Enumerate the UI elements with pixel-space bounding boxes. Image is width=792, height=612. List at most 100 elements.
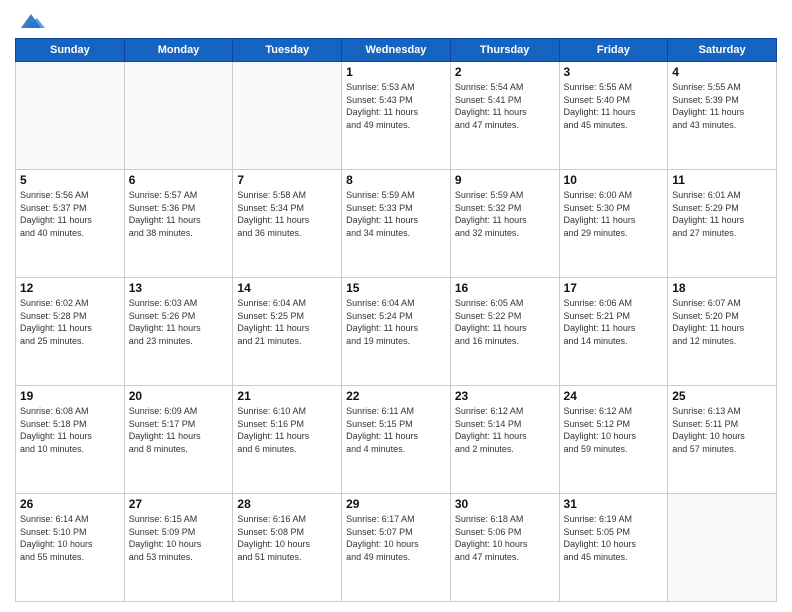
day-number: 27 (129, 497, 229, 511)
day-info: Sunrise: 6:16 AM Sunset: 5:08 PM Dayligh… (237, 513, 337, 563)
day-info: Sunrise: 6:19 AM Sunset: 5:05 PM Dayligh… (564, 513, 664, 563)
calendar-body: 1 Sunrise: 5:53 AM Sunset: 5:43 PM Daylig… (16, 62, 777, 602)
day-info: Sunrise: 5:53 AM Sunset: 5:43 PM Dayligh… (346, 81, 446, 131)
day-number: 22 (346, 389, 446, 403)
calendar-row: 12Sunrise: 6:02 AM Sunset: 5:28 PM Dayli… (16, 278, 777, 386)
page: SundayMondayTuesdayWednesdayThursdayFrid… (0, 0, 792, 612)
day-info: Sunrise: 5:59 AM Sunset: 5:33 PM Dayligh… (346, 189, 446, 239)
calendar-cell: 28 Sunrise: 6:16 AM Sunset: 5:08 PM Dayli… (233, 494, 342, 602)
day-number: 29 (346, 497, 446, 511)
day-number: 1 (346, 65, 446, 79)
calendar-cell: 25Sunrise: 6:13 AM Sunset: 5:11 PM Dayli… (668, 386, 777, 494)
weekday-header: Friday (559, 39, 668, 62)
calendar-cell: 16Sunrise: 6:05 AM Sunset: 5:22 PM Dayli… (450, 278, 559, 386)
calendar-cell: 21 Sunrise: 6:10 AM Sunset: 5:16 PM Dayli… (233, 386, 342, 494)
day-number: 5 (20, 173, 120, 187)
calendar-cell: 27 Sunrise: 6:15 AM Sunset: 5:09 PM Dayli… (124, 494, 233, 602)
day-number: 31 (564, 497, 664, 511)
day-number: 14 (237, 281, 337, 295)
calendar-cell: 6 Sunrise: 5:57 AM Sunset: 5:36 PM Daylig… (124, 170, 233, 278)
calendar-cell: 14 Sunrise: 6:04 AM Sunset: 5:25 PM Dayli… (233, 278, 342, 386)
day-info: Sunrise: 5:55 AM Sunset: 5:40 PM Dayligh… (564, 81, 664, 131)
weekday-header: Sunday (16, 39, 125, 62)
calendar-cell: 9 Sunrise: 5:59 AM Sunset: 5:32 PM Daylig… (450, 170, 559, 278)
day-info: Sunrise: 6:04 AM Sunset: 5:25 PM Dayligh… (237, 297, 337, 347)
day-info: Sunrise: 6:03 AM Sunset: 5:26 PM Dayligh… (129, 297, 229, 347)
calendar-row: 26Sunrise: 6:14 AM Sunset: 5:10 PM Dayli… (16, 494, 777, 602)
day-info: Sunrise: 5:59 AM Sunset: 5:32 PM Dayligh… (455, 189, 555, 239)
day-info: Sunrise: 6:02 AM Sunset: 5:28 PM Dayligh… (20, 297, 120, 347)
calendar-cell: 22 Sunrise: 6:11 AM Sunset: 5:15 PM Dayli… (342, 386, 451, 494)
calendar-cell: 15 Sunrise: 6:04 AM Sunset: 5:24 PM Dayli… (342, 278, 451, 386)
calendar-cell: 11 Sunrise: 6:01 AM Sunset: 5:29 PM Dayli… (668, 170, 777, 278)
weekday-header: Monday (124, 39, 233, 62)
day-number: 19 (20, 389, 120, 403)
calendar-cell: 3Sunrise: 5:55 AM Sunset: 5:40 PM Daylig… (559, 62, 668, 170)
logo (15, 10, 45, 32)
day-number: 24 (564, 389, 664, 403)
calendar-cell (16, 62, 125, 170)
day-number: 18 (672, 281, 772, 295)
calendar-cell: 5 Sunrise: 5:56 AM Sunset: 5:37 PM Daylig… (16, 170, 125, 278)
calendar-cell: 29 Sunrise: 6:17 AM Sunset: 5:07 PM Dayli… (342, 494, 451, 602)
weekday-header: Tuesday (233, 39, 342, 62)
day-info: Sunrise: 6:07 AM Sunset: 5:20 PM Dayligh… (672, 297, 772, 347)
day-info: Sunrise: 6:14 AM Sunset: 5:10 PM Dayligh… (20, 513, 120, 563)
day-number: 23 (455, 389, 555, 403)
day-info: Sunrise: 6:06 AM Sunset: 5:21 PM Dayligh… (564, 297, 664, 347)
calendar-row: 5 Sunrise: 5:56 AM Sunset: 5:37 PM Daylig… (16, 170, 777, 278)
day-info: Sunrise: 6:12 AM Sunset: 5:14 PM Dayligh… (455, 405, 555, 455)
day-info: Sunrise: 5:55 AM Sunset: 5:39 PM Dayligh… (672, 81, 772, 131)
calendar-header: SundayMondayTuesdayWednesdayThursdayFrid… (16, 39, 777, 62)
day-info: Sunrise: 5:58 AM Sunset: 5:34 PM Dayligh… (237, 189, 337, 239)
day-info: Sunrise: 6:04 AM Sunset: 5:24 PM Dayligh… (346, 297, 446, 347)
day-info: Sunrise: 6:00 AM Sunset: 5:30 PM Dayligh… (564, 189, 664, 239)
calendar-cell: 8Sunrise: 5:59 AM Sunset: 5:33 PM Daylig… (342, 170, 451, 278)
day-info: Sunrise: 6:18 AM Sunset: 5:06 PM Dayligh… (455, 513, 555, 563)
day-number: 21 (237, 389, 337, 403)
calendar-row: 1 Sunrise: 5:53 AM Sunset: 5:43 PM Daylig… (16, 62, 777, 170)
weekday-header: Saturday (668, 39, 777, 62)
day-info: Sunrise: 5:56 AM Sunset: 5:37 PM Dayligh… (20, 189, 120, 239)
day-number: 28 (237, 497, 337, 511)
day-number: 10 (564, 173, 664, 187)
calendar-cell: 17Sunrise: 6:06 AM Sunset: 5:21 PM Dayli… (559, 278, 668, 386)
day-number: 11 (672, 173, 772, 187)
day-info: Sunrise: 6:08 AM Sunset: 5:18 PM Dayligh… (20, 405, 120, 455)
calendar-cell: 23 Sunrise: 6:12 AM Sunset: 5:14 PM Dayli… (450, 386, 559, 494)
day-number: 30 (455, 497, 555, 511)
day-info: Sunrise: 5:54 AM Sunset: 5:41 PM Dayligh… (455, 81, 555, 131)
day-number: 2 (455, 65, 555, 79)
day-info: Sunrise: 6:01 AM Sunset: 5:29 PM Dayligh… (672, 189, 772, 239)
calendar-row: 19 Sunrise: 6:08 AM Sunset: 5:18 PM Dayli… (16, 386, 777, 494)
calendar-cell: 10 Sunrise: 6:00 AM Sunset: 5:30 PM Dayli… (559, 170, 668, 278)
day-number: 7 (237, 173, 337, 187)
day-number: 16 (455, 281, 555, 295)
weekday-header: Wednesday (342, 39, 451, 62)
calendar-cell: 7 Sunrise: 5:58 AM Sunset: 5:34 PM Daylig… (233, 170, 342, 278)
calendar-cell: 26Sunrise: 6:14 AM Sunset: 5:10 PM Dayli… (16, 494, 125, 602)
calendar-cell: 2 Sunrise: 5:54 AM Sunset: 5:41 PM Daylig… (450, 62, 559, 170)
day-number: 6 (129, 173, 229, 187)
calendar-cell: 20 Sunrise: 6:09 AM Sunset: 5:17 PM Dayli… (124, 386, 233, 494)
calendar-cell: 13 Sunrise: 6:03 AM Sunset: 5:26 PM Dayli… (124, 278, 233, 386)
day-number: 13 (129, 281, 229, 295)
day-info: Sunrise: 6:10 AM Sunset: 5:16 PM Dayligh… (237, 405, 337, 455)
day-info: Sunrise: 6:15 AM Sunset: 5:09 PM Dayligh… (129, 513, 229, 563)
day-info: Sunrise: 6:09 AM Sunset: 5:17 PM Dayligh… (129, 405, 229, 455)
logo-icon (17, 10, 45, 32)
calendar-cell: 4Sunrise: 5:55 AM Sunset: 5:39 PM Daylig… (668, 62, 777, 170)
header (15, 10, 777, 32)
day-info: Sunrise: 6:12 AM Sunset: 5:12 PM Dayligh… (564, 405, 664, 455)
day-info: Sunrise: 6:17 AM Sunset: 5:07 PM Dayligh… (346, 513, 446, 563)
calendar-cell: 24 Sunrise: 6:12 AM Sunset: 5:12 PM Dayli… (559, 386, 668, 494)
calendar-cell: 19 Sunrise: 6:08 AM Sunset: 5:18 PM Dayli… (16, 386, 125, 494)
day-number: 9 (455, 173, 555, 187)
calendar-cell (124, 62, 233, 170)
calendar-cell (233, 62, 342, 170)
weekday-row: SundayMondayTuesdayWednesdayThursdayFrid… (16, 39, 777, 62)
day-info: Sunrise: 5:57 AM Sunset: 5:36 PM Dayligh… (129, 189, 229, 239)
day-number: 15 (346, 281, 446, 295)
day-number: 20 (129, 389, 229, 403)
day-info: Sunrise: 6:11 AM Sunset: 5:15 PM Dayligh… (346, 405, 446, 455)
